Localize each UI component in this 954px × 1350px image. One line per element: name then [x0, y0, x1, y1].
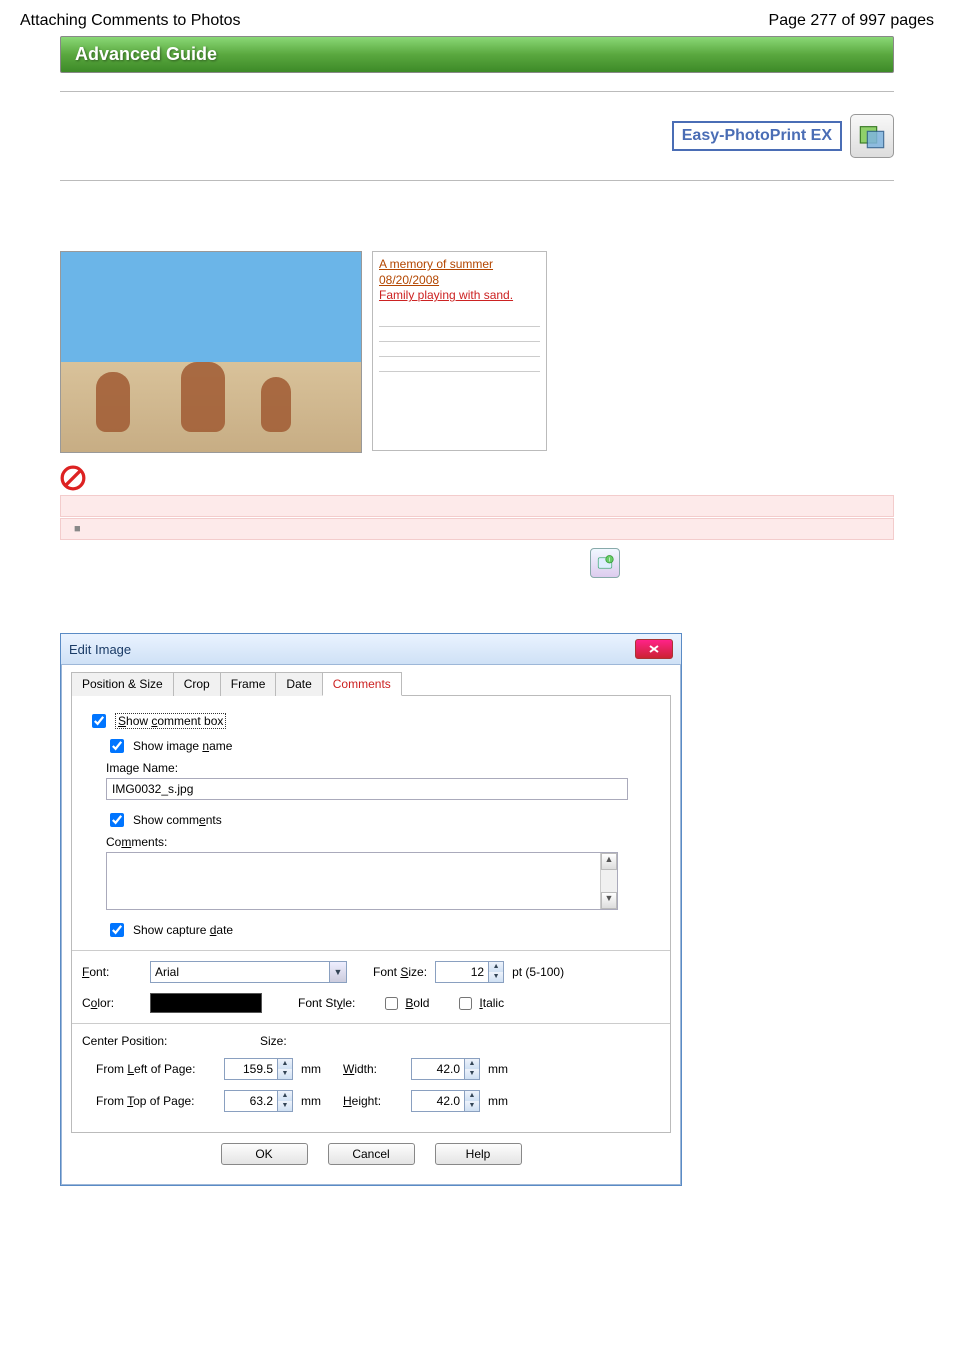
from-top-label: From Top of Page: [96, 1094, 216, 1108]
from-left-input[interactable] [225, 1059, 277, 1079]
comments-field[interactable]: ▲ ▼ [106, 852, 618, 910]
width-stepper[interactable]: ▲▼ [411, 1058, 480, 1080]
brand-label: Easy-PhotoPrint EX [672, 121, 842, 151]
help-button[interactable]: Help [435, 1143, 522, 1165]
chevron-down-icon[interactable]: ▼ [329, 962, 346, 982]
height-input[interactable] [412, 1091, 464, 1111]
scroll-up-icon[interactable]: ▲ [601, 853, 617, 870]
step-down-icon[interactable]: ▼ [465, 1101, 479, 1111]
scroll-down-icon[interactable]: ▼ [601, 892, 617, 909]
show-image-name-checkbox[interactable] [110, 739, 124, 753]
bold-checkbox[interactable] [385, 997, 398, 1010]
show-comment-box-checkbox[interactable] [92, 714, 106, 728]
width-label: Width: [343, 1062, 403, 1076]
unit-label: mm [488, 1062, 508, 1076]
font-size-label: Font Size: [373, 965, 427, 979]
unit-label: mm [301, 1094, 321, 1108]
center-position-label: Center Position: [82, 1034, 252, 1048]
show-capture-date-checkbox[interactable] [110, 923, 124, 937]
italic-label: Italic [479, 996, 504, 1010]
note-row: ■ [60, 518, 894, 540]
show-comments-label: Show comments [133, 813, 222, 827]
from-left-label: From Left of Page: [96, 1062, 216, 1076]
info-icon[interactable]: i [590, 548, 620, 578]
page-title: Attaching Comments to Photos [20, 12, 241, 30]
divider [72, 950, 670, 951]
section-header: Advanced Guide [60, 36, 894, 73]
sample-photo [60, 251, 362, 453]
step-down-icon[interactable]: ▼ [278, 1101, 292, 1111]
comment-panel: A memory of summer 08/20/2008 Family pla… [372, 251, 547, 451]
show-comment-box-label: Show comment box [115, 713, 226, 729]
page-number: Page 277 of 997 pages [769, 12, 934, 30]
step-down-icon[interactable]: ▼ [465, 1069, 479, 1079]
width-input[interactable] [412, 1059, 464, 1079]
close-button[interactable] [635, 639, 673, 659]
scrollbar[interactable]: ▲ ▼ [600, 853, 617, 909]
show-capture-date-label: Show capture date [133, 923, 233, 937]
tab-frame[interactable]: Frame [220, 672, 277, 696]
divider [60, 91, 894, 92]
font-input[interactable] [151, 962, 329, 982]
step-down-icon[interactable]: ▼ [489, 972, 503, 982]
edit-image-dialog: Edit Image Position & Size Crop Frame Da… [60, 633, 682, 1186]
dialog-title: Edit Image [69, 642, 131, 657]
font-size-stepper[interactable]: ▲▼ [435, 961, 504, 983]
show-comments-checkbox[interactable] [110, 813, 124, 827]
show-image-name-label: Show image name [133, 739, 232, 753]
step-up-icon[interactable]: ▲ [278, 1091, 292, 1101]
unit-label: mm [301, 1062, 321, 1076]
font-style-label: Font Style: [298, 996, 355, 1010]
cancel-button[interactable]: Cancel [328, 1143, 415, 1165]
size-label: Size: [260, 1034, 330, 1048]
tabs: Position & Size Crop Frame Date Comments [71, 671, 671, 696]
color-label: Color: [82, 996, 142, 1010]
step-up-icon[interactable]: ▲ [489, 962, 503, 972]
brand-icon [850, 114, 894, 158]
step-down-icon[interactable]: ▼ [278, 1069, 292, 1079]
image-name-field[interactable] [106, 778, 628, 800]
svg-text:i: i [609, 558, 610, 564]
color-swatch[interactable] [150, 993, 262, 1013]
tab-position-size[interactable]: Position & Size [71, 672, 174, 696]
font-label: Font: [82, 965, 142, 979]
step-up-icon[interactable]: ▲ [465, 1059, 479, 1069]
height-label: Height: [343, 1094, 403, 1108]
bold-label: Bold [405, 996, 429, 1010]
font-size-input[interactable] [436, 962, 488, 982]
image-name-label: Image Name: [106, 761, 660, 775]
font-combo[interactable]: ▼ [150, 961, 347, 983]
from-left-stepper[interactable]: ▲▼ [224, 1058, 293, 1080]
tab-date[interactable]: Date [275, 672, 322, 696]
comments-label: Comments: [106, 835, 660, 849]
from-top-input[interactable] [225, 1091, 277, 1111]
unit-label: mm [488, 1094, 508, 1108]
italic-checkbox[interactable] [459, 997, 472, 1010]
from-top-stepper[interactable]: ▲▼ [224, 1090, 293, 1112]
divider [72, 1023, 670, 1024]
ok-button[interactable]: OK [221, 1143, 308, 1165]
font-size-range: pt (5-100) [512, 965, 564, 979]
comment-preview: A memory of summer 08/20/2008 Family pla… [60, 251, 620, 453]
step-up-icon[interactable]: ▲ [278, 1059, 292, 1069]
tab-comments[interactable]: Comments [322, 672, 402, 696]
prohibited-icon [60, 465, 894, 494]
step-up-icon[interactable]: ▲ [465, 1091, 479, 1101]
note-row [60, 495, 894, 517]
height-stepper[interactable]: ▲▼ [411, 1090, 480, 1112]
divider [60, 180, 894, 181]
tab-crop[interactable]: Crop [173, 672, 221, 696]
